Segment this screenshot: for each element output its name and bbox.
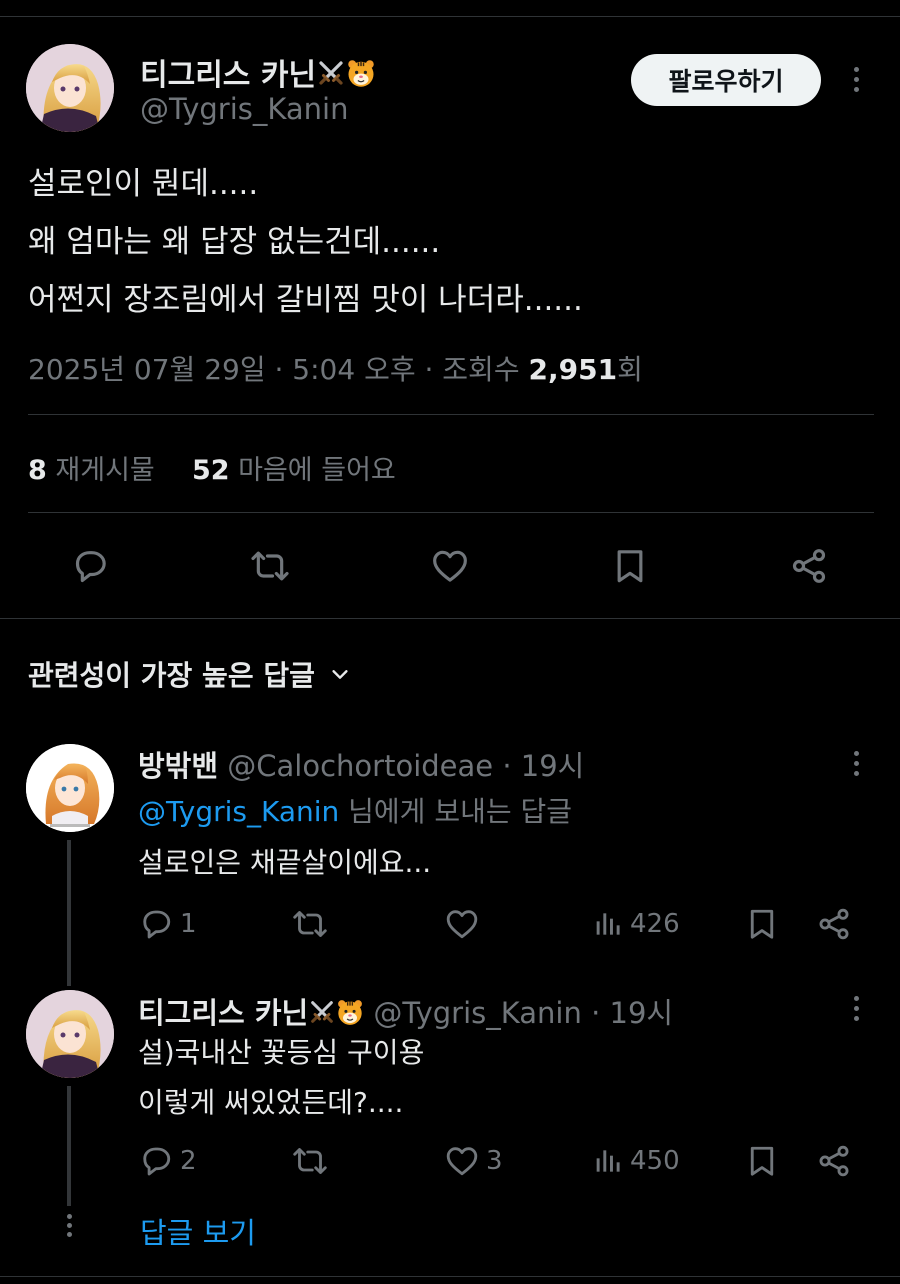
- anime-girl-avatar-image: [26, 744, 114, 832]
- bottom-divider: [0, 1276, 900, 1277]
- reply-display-name[interactable]: 티그리스 카닌: [138, 996, 308, 1030]
- crossed-swords-icon: [308, 998, 336, 1026]
- reply-text: 설)국내산 꽃등심 구이용 이렇게 써있었든데?....: [138, 1028, 424, 1128]
- reply-comment-button[interactable]: 2: [138, 1143, 197, 1179]
- reply-line: 이렇게 써있었든데?....: [138, 1086, 404, 1119]
- tweet-line: 어쩐지 장조림에서 갈비찜 맛이 나더라......: [28, 282, 583, 318]
- bookmark-icon: [744, 1143, 780, 1179]
- tiger-face-icon: [336, 998, 364, 1026]
- bookmark-icon: [610, 546, 650, 586]
- actions-divider: [0, 618, 900, 619]
- stats-divider: [28, 512, 874, 513]
- crossed-swords-icon: [316, 58, 346, 88]
- reply-views-button[interactable]: 426: [592, 906, 680, 942]
- meta-divider: [28, 414, 874, 415]
- repost-button[interactable]: [250, 546, 290, 586]
- reply-avatar[interactable]: [26, 744, 114, 832]
- tweet-line: 설로인이 뭔데.....: [28, 166, 259, 202]
- like-icon: [430, 546, 470, 586]
- reply-like-button[interactable]: [444, 906, 486, 942]
- anime-girl-avatar-image: [26, 44, 114, 132]
- reply-view-count: 426: [630, 909, 680, 939]
- reply-display-name[interactable]: 방밖밴: [138, 749, 218, 783]
- reply-comment-button[interactable]: 1: [138, 906, 197, 942]
- reposts-count: 8: [28, 455, 47, 486]
- reply-icon: [138, 906, 174, 942]
- reply-view-count: 450: [630, 1146, 680, 1176]
- reply-repost-button[interactable]: [292, 906, 334, 942]
- reposts-stat[interactable]: 8 재게시물: [28, 455, 155, 486]
- reply-more-options-icon[interactable]: [852, 751, 860, 776]
- reply-share-button[interactable]: [816, 1143, 852, 1179]
- author-display-name: 티그리스 카닌: [140, 58, 317, 93]
- reply-handle[interactable]: @Calochortoideae: [227, 749, 493, 783]
- share-icon: [816, 1143, 852, 1179]
- author-name-row[interactable]: 티그리스 카닌: [140, 50, 376, 94]
- reply-share-button[interactable]: [816, 906, 852, 942]
- reply-bookmark-button[interactable]: [744, 906, 780, 942]
- repost-icon: [250, 546, 290, 586]
- reply-sort-label: 관련성이 가장 높은 답글: [28, 659, 315, 692]
- reply-avatar[interactable]: [26, 990, 114, 1078]
- repost-icon: [292, 906, 328, 942]
- reply-button[interactable]: [70, 546, 110, 586]
- reply-comment-count: 1: [180, 909, 197, 939]
- anime-girl-avatar-image: [26, 990, 114, 1078]
- replying-to: @Tygris_Kanin 님에게 보내는 답글: [138, 790, 572, 830]
- reposts-label: 재게시물: [55, 455, 155, 486]
- share-icon: [816, 906, 852, 942]
- reply-line: 설)국내산 꽃등심 구이용: [138, 1036, 425, 1069]
- share-icon: [789, 546, 829, 586]
- bookmark-icon: [744, 906, 780, 942]
- likes-stat[interactable]: 52 마음에 들어요: [192, 455, 396, 486]
- like-icon: [444, 1143, 480, 1179]
- likes-count: 52: [191, 455, 230, 486]
- reply-header: 방밖밴 @Calochortoideae · 19시: [138, 743, 584, 785]
- bookmark-button[interactable]: [610, 546, 650, 586]
- show-replies-link[interactable]: 답글 보기: [140, 1210, 256, 1252]
- like-button[interactable]: [430, 546, 470, 586]
- reply-like-button[interactable]: 3: [444, 1143, 503, 1179]
- reply-handle[interactable]: @Tygris_Kanin: [373, 996, 581, 1030]
- reply-more-options-icon[interactable]: [852, 996, 860, 1021]
- reply-line: 설로인은 채끝살이에요...: [138, 846, 432, 879]
- top-divider: [0, 16, 900, 17]
- view-count: 2,951: [528, 353, 618, 386]
- tiger-face-icon: [346, 58, 376, 88]
- tweet-meta: 2025년 07월 29일 · 5:04 오후 · 조회수 2,951회: [28, 348, 643, 388]
- chevron-down-icon: [332, 670, 348, 679]
- repost-icon: [292, 1143, 328, 1179]
- engagement-stats: 8 재게시물 52 마음에 들어요: [28, 448, 396, 487]
- reply-time[interactable]: · 19시: [493, 749, 584, 783]
- view-count-unit: 회: [617, 353, 643, 386]
- likes-label: 마음에 들어요: [238, 455, 396, 486]
- reply-thread-line: [67, 840, 71, 986]
- reply-time[interactable]: · 19시: [582, 996, 673, 1030]
- reply-text: 설로인은 채끝살이에요...: [138, 838, 431, 888]
- more-options-icon[interactable]: [852, 67, 860, 92]
- reply-thread-line: [67, 1086, 71, 1206]
- follow-button[interactable]: 팔로우하기: [631, 54, 821, 106]
- replying-to-suffix: 님에게 보내는 답글: [339, 795, 573, 828]
- views-icon: [592, 906, 624, 942]
- thread-continuation-dots-icon: [65, 1214, 73, 1237]
- reply-bookmark-button[interactable]: [744, 1143, 780, 1179]
- reply-header: 티그리스 카닌 @Tygris_Kanin · 19시: [138, 990, 673, 1032]
- author-avatar[interactable]: [26, 44, 114, 132]
- like-icon: [444, 906, 480, 942]
- reply-icon: [70, 546, 110, 586]
- tweet-date[interactable]: 2025년 07월 29일 · 5:04 오후 · 조회수: [28, 353, 528, 386]
- reply-repost-button[interactable]: [292, 1143, 334, 1179]
- author-handle[interactable]: @Tygris_Kanin: [140, 92, 348, 126]
- share-button[interactable]: [789, 546, 829, 586]
- reply-sort-dropdown[interactable]: 관련성이 가장 높은 답글: [28, 654, 351, 694]
- tweet-text: 설로인이 뭔데..... 왜 엄마는 왜 답장 없는건데...... 어쩐지 장…: [28, 155, 583, 329]
- tweet-line: 왜 엄마는 왜 답장 없는건데......: [28, 224, 441, 260]
- reply-views-button[interactable]: 450: [592, 1143, 680, 1179]
- views-icon: [592, 1143, 624, 1179]
- reply-like-count: 3: [486, 1146, 503, 1176]
- reply-icon: [138, 1143, 174, 1179]
- reply-comment-count: 2: [180, 1146, 197, 1176]
- replying-to-handle[interactable]: @Tygris_Kanin: [138, 795, 339, 828]
